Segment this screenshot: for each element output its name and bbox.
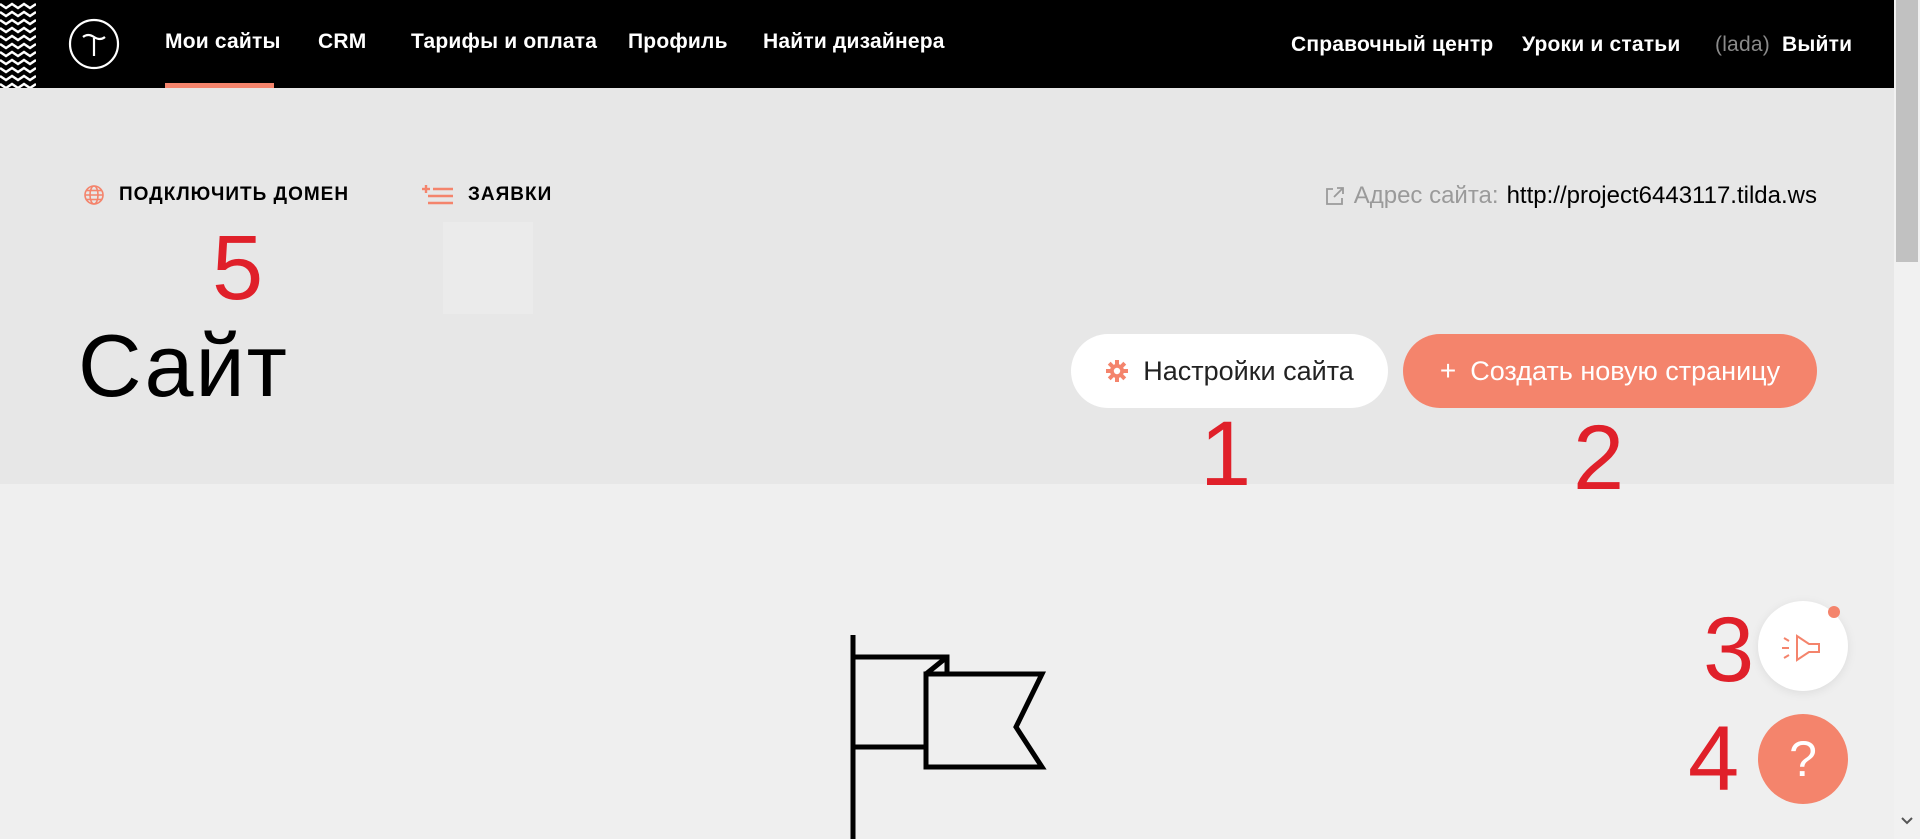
nav-find-designer[interactable]: Найти дизайнера [763,30,945,54]
external-link-icon [1325,187,1344,205]
create-page-button[interactable]: + Создать новую страницу [1403,334,1817,408]
annotation-2: 2 [1573,407,1625,509]
annotation-3: 3 [1703,599,1755,701]
nav-tariffs[interactable]: Тарифы и оплата [411,30,597,54]
annotation-4: 4 [1688,708,1740,810]
annotation-1: 1 [1200,403,1252,505]
leads-link[interactable]: ЗАЯВКИ [422,184,552,206]
site-address-url[interactable]: http://project6443117.tilda.ws [1507,182,1817,210]
site-address-label: Адрес сайта: [1353,182,1499,209]
annotation-5: 5 [212,217,264,319]
connect-domain-link[interactable]: ПОДКЛЮЧИТЬ ДОМЕН [83,184,349,206]
nav-profile[interactable]: Профиль [628,30,728,54]
site-settings-label: Настройки сайта [1143,355,1354,386]
scroll-down-arrow-icon[interactable] [1898,812,1916,830]
help-button[interactable]: ? [1758,714,1848,804]
plus-icon: + [1439,355,1457,386]
flag-icon [850,635,1047,839]
username: (lada) [1715,33,1770,56]
logo-icon[interactable] [68,18,120,70]
site-address: Адрес сайта: http://project6443117.tilda… [1324,182,1817,210]
help-label: ? [1789,731,1817,787]
top-navigation-bar: Мои сайты CRM Тарифы и оплата Профиль На… [0,0,1894,88]
nav-help-center[interactable]: Справочный центр [1291,33,1493,57]
megaphone-icon [1782,634,1820,662]
nav-lessons[interactable]: Уроки и статьи [1522,33,1680,57]
nav-crm[interactable]: CRM [318,30,366,54]
leads-label: ЗАЯВКИ [468,184,553,205]
site-settings-button[interactable]: Настройки сайта [1071,334,1388,408]
nav-my-sites[interactable]: Мои сайты [165,30,281,54]
leads-list-icon [422,185,453,205]
notification-dot [1828,606,1840,618]
logout-link[interactable]: Выйти [1782,33,1852,57]
globe-icon [84,185,104,205]
page-title: Сайт [78,316,289,415]
faded-overlay-box [443,222,533,314]
gear-icon [1106,360,1129,382]
scrollbar-thumb[interactable] [1896,0,1918,262]
create-page-label: Создать новую страницу [1470,355,1781,386]
zigzag-decoration-icon [0,2,36,88]
connect-domain-label: ПОДКЛЮЧИТЬ ДОМЕН [119,184,350,205]
